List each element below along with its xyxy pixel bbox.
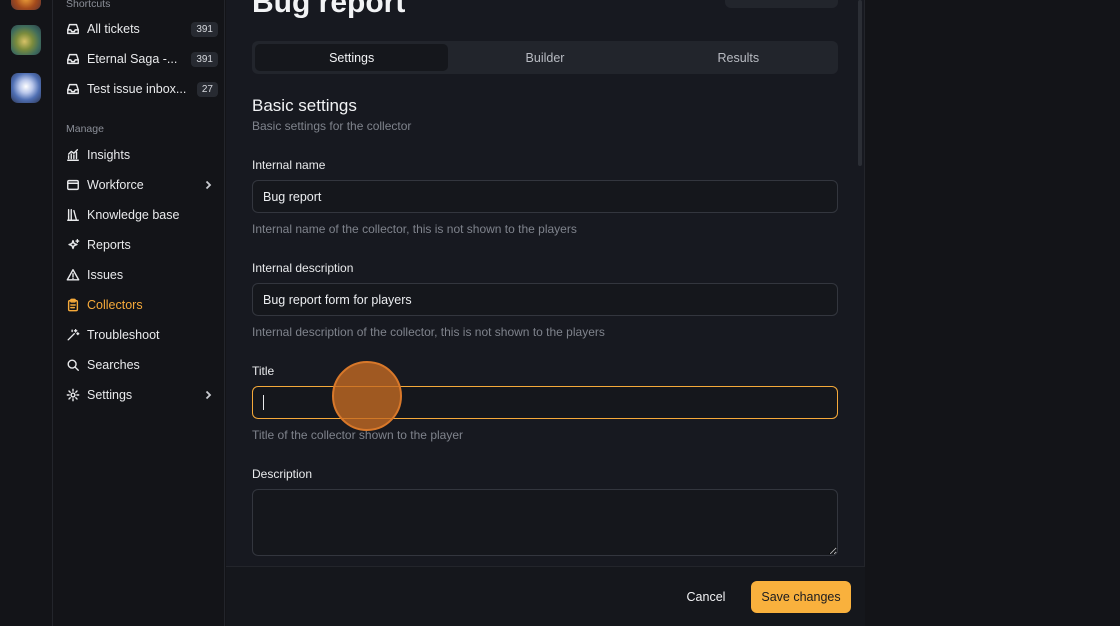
section-title: Basic settings <box>252 96 357 115</box>
internal-description-help: Internal description of the collector, t… <box>252 325 605 339</box>
page-title: Bug report <box>252 0 406 19</box>
sidebar-item-label: Troubleshoot <box>87 328 160 342</box>
description-textarea[interactable] <box>252 489 838 556</box>
chart-icon <box>66 148 80 162</box>
sidebar-item-settings[interactable]: Settings <box>60 382 218 408</box>
sidebar-item-label: Searches <box>87 358 140 372</box>
tab-bar: Settings Builder Results <box>252 41 838 74</box>
title-help: Title of the collector shown to the play… <box>252 428 463 442</box>
clipboard-icon <box>66 298 80 312</box>
description-label: Description <box>252 467 313 481</box>
wand-icon <box>66 328 80 342</box>
sidebar-item-eternal-saga[interactable]: Eternal Saga -... 391 <box>60 46 218 72</box>
warning-icon <box>66 268 80 282</box>
chevron-right-icon <box>202 389 214 401</box>
sidebar-item-label: Workforce <box>87 178 144 192</box>
sidebar-item-label: Reports <box>87 238 131 252</box>
shortcuts-section-label: Shortcuts <box>66 0 111 10</box>
sidebar-item-knowledge-base[interactable]: Knowledge base <box>60 202 218 228</box>
sidebar-item-workforce[interactable]: Workforce <box>60 172 218 198</box>
title-input[interactable] <box>252 386 838 419</box>
sidebar-item-label: Knowledge base <box>87 208 180 222</box>
library-icon <box>66 208 80 222</box>
sidebar: Shortcuts All tickets 391 Eternal Saga -… <box>54 0 225 626</box>
sidebar-item-reports[interactable]: Reports <box>60 232 218 258</box>
sparkles-icon <box>66 238 80 252</box>
tab-settings[interactable]: Settings <box>255 44 449 71</box>
app-window: Shortcuts All tickets 391 Eternal Saga -… <box>0 0 1120 626</box>
save-changes-button[interactable]: Save changes <box>751 581 851 613</box>
internal-name-label: Internal name <box>252 158 326 172</box>
sidebar-item-insights[interactable]: Insights <box>60 142 218 168</box>
inbox-icon <box>66 52 80 66</box>
sidebar-item-collectors[interactable]: Collectors <box>60 292 218 318</box>
tab-builder[interactable]: Builder <box>448 44 641 71</box>
header-action-button[interactable] <box>725 0 838 8</box>
internal-description-label: Internal description <box>252 261 354 275</box>
sidebar-item-label: Eternal Saga -... <box>87 52 178 66</box>
sidebar-item-label: All tickets <box>87 22 140 36</box>
inbox-icon <box>66 82 80 96</box>
internal-description-input[interactable] <box>252 283 838 316</box>
section-subtitle: Basic settings for the collector <box>252 119 412 133</box>
count-badge: 27 <box>196 81 218 97</box>
form-footer: Cancel Save changes <box>226 566 865 626</box>
workspace-avatar[interactable] <box>11 73 41 103</box>
cancel-button[interactable]: Cancel <box>676 581 736 613</box>
tab-results[interactable]: Results <box>642 44 835 71</box>
sidebar-item-label: Insights <box>87 148 131 162</box>
collector-editor: Bug report Settings Builder Results Basi… <box>226 0 865 626</box>
sidebar-item-troubleshoot[interactable]: Troubleshoot <box>60 322 218 348</box>
gear-icon <box>66 388 80 402</box>
sidebar-item-label: Issues <box>87 268 124 282</box>
manage-section-label: Manage <box>66 123 104 135</box>
sidebar-item-label: Collectors <box>87 298 143 312</box>
inbox-icon <box>66 22 80 36</box>
window-icon <box>66 178 80 192</box>
sidebar-item-label: Test issue inbox... <box>87 82 187 96</box>
sidebar-item-searches[interactable]: Searches <box>60 352 218 378</box>
workspace-rail <box>0 0 53 626</box>
count-badge: 391 <box>191 21 218 37</box>
sidebar-item-all-tickets[interactable]: All tickets 391 <box>60 16 218 42</box>
text-cursor <box>263 395 264 410</box>
title-label: Title <box>252 364 275 378</box>
empty-panel <box>866 0 1120 626</box>
internal-name-input[interactable] <box>252 180 838 213</box>
workspace-avatar[interactable] <box>11 0 41 10</box>
chevron-right-icon <box>202 179 214 191</box>
search-icon <box>66 358 80 372</box>
count-badge: 391 <box>191 51 218 67</box>
sidebar-item-test-issue-inbox[interactable]: Test issue inbox... 27 <box>60 76 218 102</box>
internal-name-help: Internal name of the collector, this is … <box>252 222 577 236</box>
sidebar-item-label: Settings <box>87 388 133 402</box>
workspace-avatar[interactable] <box>11 25 41 55</box>
scrollbar[interactable] <box>858 0 862 166</box>
sidebar-item-issues[interactable]: Issues <box>60 262 218 288</box>
